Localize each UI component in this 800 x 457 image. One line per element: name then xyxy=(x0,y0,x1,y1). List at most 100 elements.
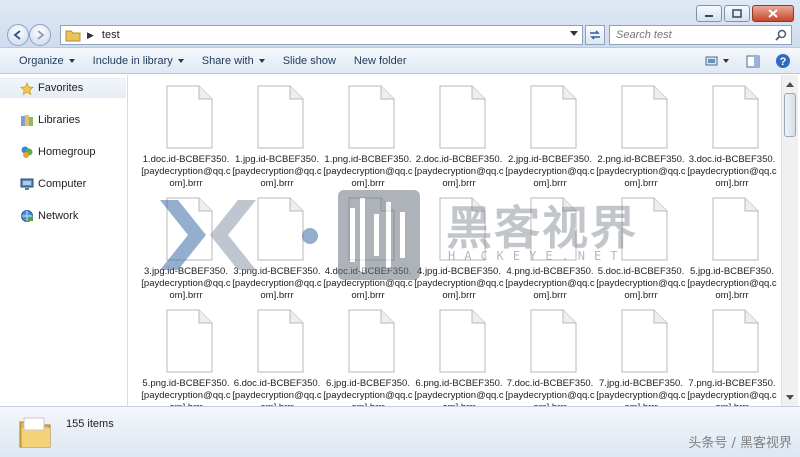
sidebar-item-label: Favorites xyxy=(38,82,84,94)
scrollbar-thumb[interactable] xyxy=(784,93,796,137)
command-bar: Organize Include in library Share with S… xyxy=(0,48,800,74)
file-item[interactable]: 6.png.id-BCBEF350.[paydecryption@qq.com]… xyxy=(414,303,504,406)
blank-file-icon xyxy=(348,85,395,149)
sidebar-item-label: Homegroup xyxy=(38,146,96,158)
navigation-pane: Favorites Libraries Homegroup Computer N… xyxy=(0,75,128,406)
include-in-library-menu[interactable]: Include in library xyxy=(84,50,193,72)
address-bar[interactable]: ▶ test xyxy=(60,25,583,45)
organize-menu[interactable]: Organize xyxy=(10,50,84,72)
include-in-library-label: Include in library xyxy=(92,54,173,67)
sidebar-item-homegroup[interactable]: Homegroup xyxy=(0,142,126,162)
file-item[interactable]: 5.png.id-BCBEF350.[paydecryption@qq.com]… xyxy=(141,303,231,406)
view-options-icon xyxy=(705,56,729,66)
file-name: 1.doc.id-BCBEF350.[paydecryption@qq.com]… xyxy=(141,154,231,189)
help-button[interactable]: ? xyxy=(774,52,792,70)
libraries-icon xyxy=(21,115,33,126)
file-item[interactable]: 1.jpg.id-BCBEF350.[paydecryption@qq.com]… xyxy=(232,79,322,189)
search-icon[interactable] xyxy=(775,29,787,41)
change-view-button[interactable] xyxy=(704,52,732,70)
file-name: 6.jpg.id-BCBEF350.[paydecryption@qq.com]… xyxy=(323,378,413,406)
computer-icon xyxy=(20,178,34,190)
help-icon: ? xyxy=(776,54,790,68)
maximize-button[interactable] xyxy=(724,5,750,22)
address-dropdown-icon[interactable] xyxy=(570,31,578,37)
share-with-menu[interactable]: Share with xyxy=(193,50,274,72)
back-arrow-icon xyxy=(13,30,21,40)
slide-show-label: Slide show xyxy=(282,54,336,67)
preview-pane-button[interactable] xyxy=(744,52,762,70)
back-button[interactable] xyxy=(7,24,29,46)
file-name: 2.jpg.id-BCBEF350.[paydecryption@qq.com]… xyxy=(505,154,595,189)
title-bar: ▶ test xyxy=(0,0,800,48)
file-item[interactable]: 2.jpg.id-BCBEF350.[paydecryption@qq.com]… xyxy=(505,79,595,189)
maximize-icon xyxy=(732,9,742,18)
window-controls xyxy=(696,5,794,22)
forward-button[interactable] xyxy=(29,24,51,46)
folder-icon xyxy=(65,30,81,41)
blank-file-icon xyxy=(621,85,668,149)
chevron-down-icon xyxy=(177,58,184,63)
file-name: 5.png.id-BCBEF350.[paydecryption@qq.com]… xyxy=(141,378,231,406)
close-button[interactable] xyxy=(752,5,794,22)
sidebar-item-computer[interactable]: Computer xyxy=(0,174,126,194)
blank-file-icon xyxy=(257,309,304,373)
star-icon xyxy=(20,82,34,96)
breadcrumb-separator-icon: ▶ xyxy=(87,29,94,40)
file-item[interactable]: 1.png.id-BCBEF350.[paydecryption@qq.com]… xyxy=(323,79,413,189)
blank-file-icon xyxy=(621,309,668,373)
blank-file-icon xyxy=(439,85,486,149)
network-icon xyxy=(21,210,33,222)
blank-file-icon xyxy=(257,85,304,149)
blank-file-icon xyxy=(712,197,759,261)
sidebar-item-label: Computer xyxy=(38,178,87,190)
new-folder-label: New folder xyxy=(353,54,407,67)
file-name: 6.doc.id-BCBEF350.[paydecryption@qq.com]… xyxy=(232,378,322,406)
blank-file-icon xyxy=(530,85,577,149)
file-item[interactable]: 7.png.id-BCBEF350.[paydecryption@qq.com]… xyxy=(687,303,777,406)
file-name: 3.doc.id-BCBEF350.[paydecryption@qq.com]… xyxy=(687,154,777,189)
share-with-label: Share with xyxy=(201,54,254,67)
file-item[interactable]: 7.doc.id-BCBEF350.[paydecryption@qq.com]… xyxy=(505,303,595,406)
refresh-icon xyxy=(590,30,600,40)
minimize-icon xyxy=(705,14,713,17)
file-item[interactable]: 2.png.id-BCBEF350.[paydecryption@qq.com]… xyxy=(596,79,686,189)
file-item[interactable]: 6.doc.id-BCBEF350.[paydecryption@qq.com]… xyxy=(232,303,322,406)
vertical-scrollbar[interactable] xyxy=(781,75,798,406)
file-item[interactable]: 7.jpg.id-BCBEF350.[paydecryption@qq.com]… xyxy=(596,303,686,406)
sidebar-item-libraries[interactable]: Libraries xyxy=(0,110,126,130)
scroll-down-button[interactable] xyxy=(784,390,796,404)
minimize-button[interactable] xyxy=(696,5,722,22)
file-name: 7.jpg.id-BCBEF350.[paydecryption@qq.com]… xyxy=(596,378,686,406)
sidebar-item-label: Network xyxy=(38,210,79,222)
blank-file-icon xyxy=(530,309,577,373)
file-item[interactable]: 5.jpg.id-BCBEF350.[paydecryption@qq.com]… xyxy=(687,191,777,301)
forward-arrow-icon xyxy=(37,30,45,40)
preview-pane-icon xyxy=(746,55,760,67)
refresh-button[interactable] xyxy=(585,25,605,45)
watermark-site: HACKEYE.NET xyxy=(448,249,627,263)
blank-file-icon xyxy=(348,309,395,373)
sidebar-item-favorites[interactable]: Favorites xyxy=(0,78,126,98)
scroll-up-icon xyxy=(786,81,794,87)
scroll-down-icon xyxy=(786,394,794,400)
file-name: 7.png.id-BCBEF350.[paydecryption@qq.com]… xyxy=(687,378,777,406)
scroll-up-button[interactable] xyxy=(784,77,796,91)
search-box[interactable] xyxy=(609,25,792,45)
file-item[interactable]: 6.jpg.id-BCBEF350.[paydecryption@qq.com]… xyxy=(323,303,413,406)
blank-file-icon xyxy=(439,309,486,373)
file-item[interactable]: 2.doc.id-BCBEF350.[paydecryption@qq.com]… xyxy=(414,79,504,189)
file-item[interactable]: 3.doc.id-BCBEF350.[paydecryption@qq.com]… xyxy=(687,79,777,189)
new-folder-button[interactable]: New folder xyxy=(345,50,416,72)
blank-file-icon xyxy=(166,309,213,373)
sidebar-item-network[interactable]: Network xyxy=(0,206,126,226)
svg-text:?: ? xyxy=(780,56,787,68)
close-icon xyxy=(768,9,778,18)
search-input[interactable] xyxy=(610,29,770,41)
breadcrumb[interactable]: test xyxy=(102,29,120,41)
file-name: 1.jpg.id-BCBEF350.[paydecryption@qq.com]… xyxy=(232,154,322,189)
file-item[interactable]: 1.doc.id-BCBEF350.[paydecryption@qq.com]… xyxy=(141,79,231,189)
slide-show-button[interactable]: Slide show xyxy=(274,50,345,72)
watermark-corner: 头条号 / 黑客视界 xyxy=(688,436,792,451)
view-controls: ? xyxy=(704,52,792,70)
details-pane: 155 items xyxy=(0,406,800,457)
